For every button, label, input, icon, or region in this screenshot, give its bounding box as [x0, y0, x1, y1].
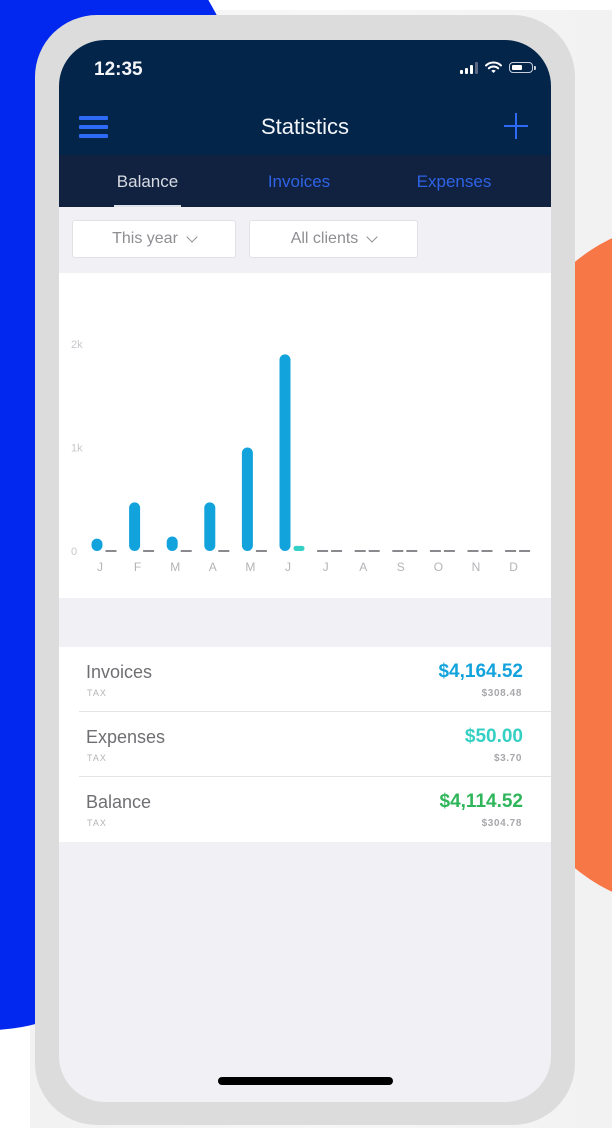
- tab-balance[interactable]: Balance: [114, 172, 181, 192]
- row-tax-amount: $304.78: [481, 818, 522, 829]
- clients-dropdown[interactable]: All clients: [249, 220, 418, 258]
- x-tick-label: J: [285, 560, 291, 574]
- period-dropdown-value: This year: [112, 230, 178, 247]
- summary-row-balance[interactable]: Balance TAX $4,114.52 $304.78: [59, 777, 551, 842]
- y-tick-label: 2k: [71, 339, 83, 351]
- expense-bar-empty: [519, 550, 531, 552]
- expense-bar-empty: [481, 550, 493, 552]
- expense-bar-empty: [180, 550, 192, 552]
- chevron-down-icon: [186, 230, 198, 243]
- app-screen: 12:35 Statistics Balance Invoices Expens…: [59, 40, 551, 1102]
- status-bar: 12:35: [59, 40, 551, 100]
- x-tick-label: J: [97, 560, 103, 574]
- signal-icon: [460, 61, 478, 74]
- x-tick-label: N: [472, 560, 481, 574]
- invoice-bar-empty: [467, 550, 479, 552]
- x-tick-label: F: [134, 560, 141, 574]
- x-tick-label: O: [434, 560, 443, 574]
- battery-icon: [509, 62, 536, 73]
- invoice-bar: [241, 447, 253, 551]
- row-tax-amount: $308.48: [481, 688, 522, 699]
- invoice-bar-empty: [392, 550, 404, 552]
- home-indicator[interactable]: [218, 1077, 393, 1085]
- row-label: Balance: [86, 792, 152, 812]
- summary-row-expenses[interactable]: Expenses TAX $50.00 $3.70: [59, 712, 551, 777]
- row-tax-label: TAX: [87, 688, 107, 698]
- invoice-bar: [129, 502, 141, 551]
- expense-bar-empty: [218, 550, 230, 552]
- add-button[interactable]: [504, 113, 528, 139]
- summary-list: Invoices TAX $4,164.52 $308.48 Expenses …: [59, 647, 551, 842]
- invoice-bar-empty: [317, 550, 329, 552]
- tab-invoices[interactable]: Invoices: [259, 172, 339, 192]
- invoice-bar-empty: [354, 550, 366, 552]
- tab-bar: Balance Invoices Expenses: [59, 155, 551, 207]
- x-tick-label: M: [245, 560, 255, 574]
- x-tick-label: J: [323, 560, 329, 574]
- row-label: Invoices: [86, 662, 153, 682]
- row-amount: $50.00: [464, 726, 523, 747]
- tab-expenses[interactable]: Expenses: [409, 172, 499, 192]
- row-amount: $4,114.52: [439, 791, 523, 812]
- status-time: 12:35: [94, 59, 143, 80]
- x-tick-label: A: [209, 560, 217, 574]
- expense-bar-empty: [255, 550, 267, 552]
- row-tax-label: TAX: [87, 753, 107, 763]
- nav-bar: Statistics: [59, 100, 551, 155]
- row-tax-label: TAX: [87, 818, 107, 828]
- period-dropdown[interactable]: This year: [72, 220, 236, 258]
- invoice-bar: [91, 538, 103, 551]
- x-tick-label: S: [397, 560, 405, 574]
- y-tick-label: 0: [71, 546, 77, 558]
- invoice-bar: [204, 502, 216, 551]
- status-icons: [460, 61, 536, 74]
- expense-bar-empty: [143, 550, 155, 552]
- x-tick-label: A: [359, 560, 367, 574]
- invoice-bar: [279, 354, 291, 551]
- row-tax-amount: $3.70: [493, 753, 522, 764]
- chevron-down-icon: [366, 230, 378, 243]
- expense-bar-empty: [443, 550, 455, 552]
- expense-bar-empty: [105, 550, 117, 552]
- invoice-bar-empty: [429, 550, 441, 552]
- chart-svg: 0 1k 2k J F M A M J J A S O N D: [71, 339, 531, 574]
- expense-bar-empty: [368, 550, 380, 552]
- invoice-bar: [166, 536, 178, 551]
- filter-bar: This year All clients: [59, 207, 551, 273]
- x-tick-label: M: [170, 560, 180, 574]
- x-tick-label: D: [509, 560, 518, 574]
- clients-dropdown-value: All clients: [290, 230, 359, 247]
- row-label: Expenses: [86, 727, 166, 747]
- y-tick-label: 1k: [71, 443, 83, 455]
- expense-bar-empty: [406, 550, 418, 552]
- invoice-bar-empty: [505, 550, 517, 552]
- row-amount: $4,164.52: [438, 661, 523, 682]
- balance-chart: 0 1k 2k J F M A M J J A S O N D: [59, 273, 551, 598]
- page-title: Statistics: [260, 114, 350, 139]
- summary-row-invoices[interactable]: Invoices TAX $4,164.52 $308.48: [59, 647, 551, 712]
- wifi-icon: [485, 61, 502, 73]
- expense-bar-empty: [331, 550, 343, 552]
- expense-bar: [293, 545, 305, 551]
